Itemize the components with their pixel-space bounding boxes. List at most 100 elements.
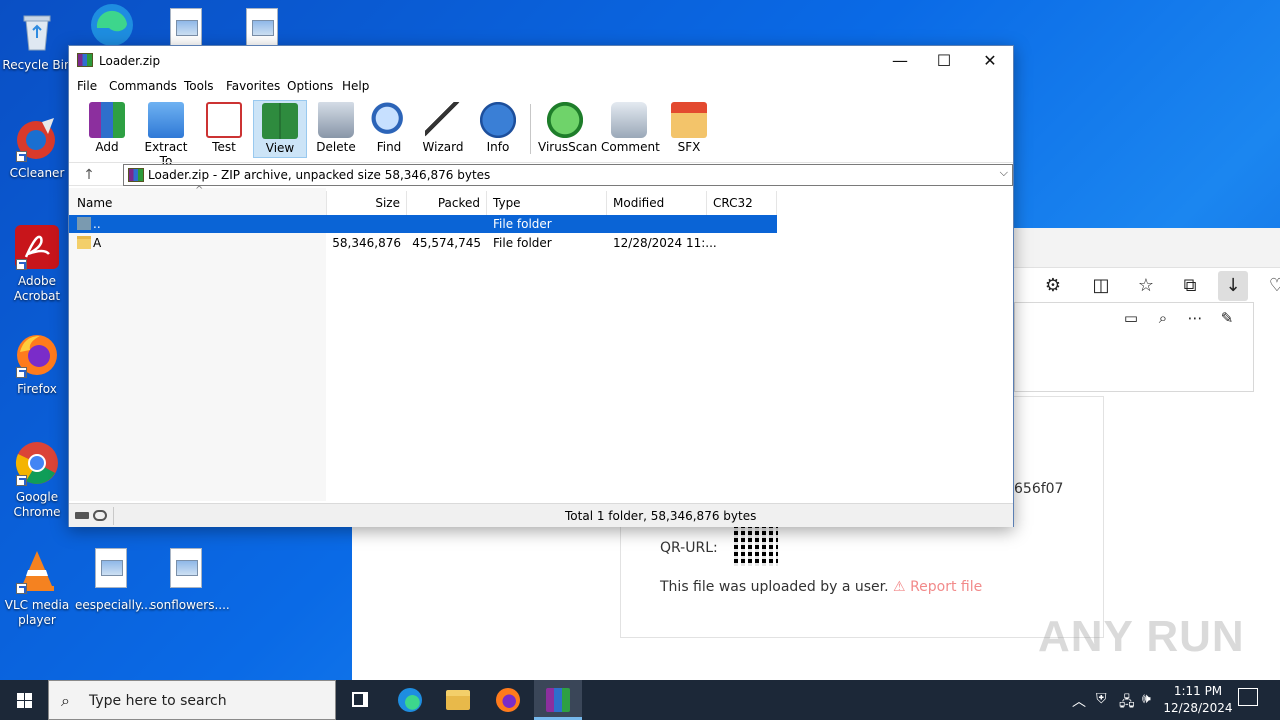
test-button[interactable]: Test (205, 100, 243, 158)
title-bar[interactable]: Loader.zip — ☐ ✕ (69, 46, 1013, 76)
table-row[interactable]: A 58,346,876 45,574,745 File folder 12/2… (69, 234, 777, 252)
column-header-modified[interactable]: Modified (607, 191, 707, 215)
desktop-file-1[interactable] (150, 8, 222, 48)
split-screen-icon[interactable]: ◫ (1086, 271, 1116, 301)
info-button[interactable]: Info (479, 100, 517, 158)
taskbar-file-explorer[interactable] (434, 680, 482, 720)
desktop-icon-recycle-bin[interactable]: Recycle Bin (1, 8, 73, 73)
virusscan-button[interactable]: VirusScan (538, 100, 597, 158)
favorites-icon[interactable]: ☆ (1131, 271, 1161, 301)
view-button[interactable]: View (253, 100, 307, 158)
wizard-wand-icon (425, 102, 461, 138)
pin-icon[interactable]: ✎ (1212, 303, 1242, 333)
file-list: ^ Name Size Packed Type Modified CRC32 .… (69, 185, 1013, 501)
info-icon (480, 102, 516, 138)
firefox-icon (496, 688, 520, 712)
add-archive-icon (89, 102, 125, 138)
open-folder-icon[interactable]: ▭ (1116, 303, 1146, 333)
more-options-icon[interactable]: ⋯ (1180, 303, 1210, 333)
column-header-crc32[interactable]: CRC32 (707, 191, 777, 215)
shortcut-arrow-icon (16, 367, 27, 378)
collections-icon[interactable]: ⧉ (1175, 271, 1205, 301)
desktop-icon-vlc[interactable]: VLC media player (1, 548, 73, 628)
menu-help[interactable]: Help (342, 79, 369, 93)
column-header-name[interactable]: Name (71, 191, 327, 215)
edge-icon (398, 688, 422, 712)
downloads-icon[interactable]: ↓ (1218, 271, 1248, 301)
window-title: Loader.zip (99, 54, 161, 68)
desktop-icon-chrome[interactable]: Google Chrome (1, 440, 73, 520)
wizard-button[interactable]: Wizard (421, 100, 465, 158)
desktop-icon-label: Recycle Bin (2, 58, 72, 72)
column-header-size[interactable]: Size (327, 191, 407, 215)
firefox-icon (14, 332, 60, 378)
desktop-icon-sonflowers[interactable]: sonflowers.... (150, 548, 230, 613)
virusscan-label: VirusScan (538, 140, 598, 154)
close-button[interactable]: ✕ (967, 46, 1013, 76)
start-button[interactable] (0, 680, 48, 720)
search-placeholder: Type here to search (89, 693, 227, 709)
parent-folder-icon (77, 217, 91, 230)
path-field[interactable]: Loader.zip - ZIP archive, unpacked size … (123, 164, 1013, 186)
report-file-link[interactable]: ⚠ Report file (893, 579, 982, 595)
desktop-icon-label: Google Chrome (13, 490, 61, 519)
row-type: File folder (493, 217, 552, 231)
desktop-icon-label: Firefox (17, 382, 57, 396)
delete-button[interactable]: Delete (315, 100, 357, 158)
taskbar-edge[interactable] (386, 680, 434, 720)
folder-icon (77, 236, 91, 249)
row-name: A (93, 236, 102, 250)
image-file-icon (95, 548, 127, 588)
chevron-up-icon[interactable]: ︿ (1072, 691, 1086, 711)
test-clipboard-icon (206, 102, 242, 138)
winrar-app-icon (77, 53, 93, 67)
chrome-icon (14, 440, 60, 486)
column-header-type[interactable]: Type (487, 191, 607, 215)
upload-info: This file was uploaded by a user. ⚠ Repo… (660, 579, 982, 595)
menu-file[interactable]: File (77, 79, 97, 93)
comment-icon (611, 102, 647, 138)
desktop-file-2[interactable] (226, 8, 298, 48)
chevron-down-icon[interactable]: ⌵ (1000, 166, 1008, 180)
taskbar-search[interactable]: ⌕ Type here to search (48, 680, 336, 720)
search-downloads-icon[interactable]: ⌕ (1148, 303, 1178, 333)
lock-icon (93, 510, 107, 521)
toolbar-separator (530, 104, 531, 154)
menu-commands[interactable]: Commands (109, 79, 177, 93)
clock-time[interactable]: 1:11 PM (1170, 684, 1226, 698)
clock-date[interactable]: 12/28/2024 (1160, 701, 1236, 715)
image-file-icon (170, 548, 202, 588)
desktop-icon-adobe-acrobat[interactable]: Adobe Acrobat (1, 224, 73, 304)
desktop-icon-eespecially[interactable]: eespecially... (75, 548, 152, 613)
notification-icon[interactable] (1238, 688, 1258, 706)
volume-icon[interactable]: 🕪 (1142, 691, 1151, 707)
table-row[interactable]: .. File folder (69, 215, 777, 233)
virus-scan-icon (547, 102, 583, 138)
sfx-button[interactable]: SFX (669, 100, 709, 158)
minimize-button[interactable]: — (877, 46, 923, 76)
add-button[interactable]: Add (87, 100, 127, 158)
menu-options[interactable]: Options (287, 79, 333, 93)
taskbar: ⌕ Type here to search ︿ ⛨ 🖧 🕪 1:11 PM 12… (0, 680, 1280, 720)
menu-tools[interactable]: Tools (184, 79, 214, 93)
extensions-icon[interactable]: ⚙ (1038, 271, 1068, 301)
shortcut-arrow-icon (16, 583, 27, 594)
desktop-icon-firefox[interactable]: Firefox (1, 332, 73, 397)
extract-to-button[interactable]: Extract To (139, 100, 193, 168)
desktop-icon-ccleaner[interactable]: CCleaner (1, 116, 73, 181)
maximize-button[interactable]: ☐ (921, 46, 967, 76)
task-view-button[interactable] (336, 680, 384, 720)
taskbar-winrar[interactable] (534, 680, 582, 720)
image-file-icon (88, 548, 134, 594)
browser-essentials-icon[interactable]: ♡ (1262, 271, 1280, 301)
find-button[interactable]: Find (369, 100, 409, 158)
up-one-level-button[interactable]: ↑ (79, 165, 99, 185)
comment-button[interactable]: Comment (601, 100, 660, 158)
search-icon: ⌕ (61, 691, 70, 710)
menu-favorites[interactable]: Favorites (226, 79, 280, 93)
taskbar-firefox[interactable] (484, 680, 532, 720)
defender-icon[interactable]: ⛨ (1096, 691, 1107, 707)
network-icon[interactable]: 🖧 (1119, 691, 1135, 715)
desktop-icon-label: eespecially... (75, 598, 152, 612)
column-header-packed[interactable]: Packed (407, 191, 487, 215)
